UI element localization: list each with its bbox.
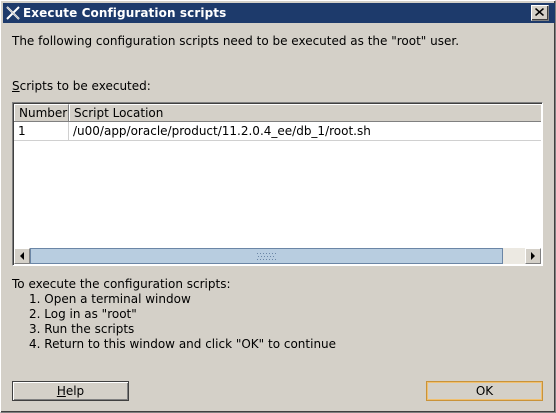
horizontal-scrollbar[interactable] — [14, 248, 541, 264]
cell-script-location: /u00/app/oracle/product/11.2.0.4_ee/db_1… — [73, 124, 371, 138]
list-item: 3. Run the scripts — [29, 322, 135, 336]
x-window-icon — [5, 5, 21, 21]
dialog-window: Execute Configuration scripts The follow… — [0, 0, 556, 413]
scripts-label: Scripts to be executed: — [12, 79, 151, 93]
intro-text: The following configuration scripts need… — [12, 34, 460, 48]
list-item: 1. Open a terminal window — [29, 292, 191, 306]
grip-icon — [257, 253, 276, 260]
title-bar[interactable]: Execute Configuration scripts — [3, 3, 555, 23]
cell-number: 1 — [14, 122, 69, 140]
list-item: 4. Return to this window and click "OK" … — [29, 337, 337, 351]
scripts-table[interactable]: Number Script Location 1 /u00/app/oracle… — [12, 102, 543, 266]
instructions-heading: To execute the configuration scripts: — [12, 277, 231, 291]
table-row[interactable]: 1 /u00/app/oracle/product/11.2.0.4_ee/db… — [14, 122, 541, 141]
scroll-thumb[interactable] — [30, 248, 503, 264]
help-button[interactable]: Help — [12, 381, 129, 401]
arrow-right-icon — [531, 252, 535, 260]
column-header-script-location[interactable]: Script Location — [69, 104, 541, 121]
column-header-number[interactable]: Number — [14, 104, 69, 121]
window-title: Execute Configuration scripts — [23, 6, 227, 20]
list-item: 2. Log in as "root" — [29, 307, 137, 321]
arrow-left-icon — [20, 252, 24, 260]
scroll-right-button[interactable] — [525, 248, 541, 264]
ok-button[interactable]: OK — [426, 381, 543, 401]
close-icon — [535, 8, 544, 16]
instructions-list: 1. Open a terminal window 2. Log in as "… — [29, 292, 336, 352]
table-header: Number Script Location — [14, 104, 541, 122]
scroll-left-button[interactable] — [14, 248, 30, 264]
close-button[interactable] — [531, 5, 549, 21]
